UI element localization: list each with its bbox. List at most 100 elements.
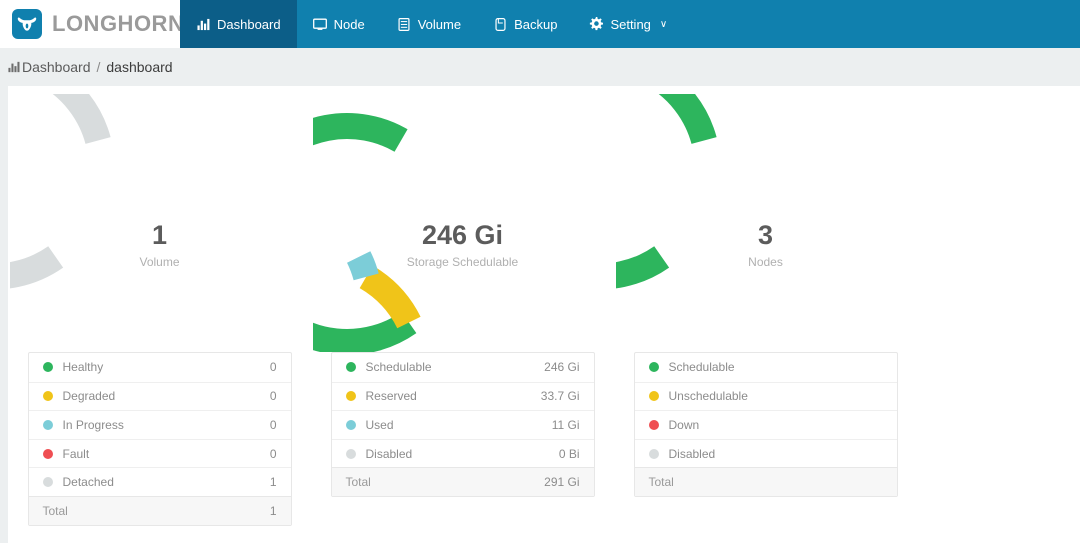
drive-icon bbox=[493, 17, 507, 31]
nav-item-label: Backup bbox=[514, 16, 558, 32]
legend-total-row: Total bbox=[634, 467, 897, 496]
status-dot-icon bbox=[42, 419, 53, 430]
nav-item-volume[interactable]: Volume bbox=[381, 0, 477, 48]
status-dot-icon bbox=[42, 391, 53, 402]
nav-item-backup[interactable]: Backup bbox=[477, 0, 573, 48]
legend-total-label: Total bbox=[42, 503, 68, 518]
legend-row[interactable]: Detached 1 bbox=[28, 467, 291, 496]
legend-row[interactable]: Unschedulable bbox=[634, 381, 897, 411]
legend-value: 11 Gi bbox=[551, 417, 580, 432]
legend-label: Unschedulable bbox=[668, 389, 748, 404]
gauge-label: Nodes bbox=[748, 254, 783, 269]
legend-value: 246 Gi bbox=[544, 360, 580, 375]
legend-value: 0 bbox=[269, 446, 277, 461]
nav-item-label: Node bbox=[333, 16, 365, 32]
legend-label: Used bbox=[365, 417, 394, 432]
server-icon bbox=[397, 17, 411, 31]
gauge-value: 1 bbox=[151, 220, 168, 251]
status-dot-icon bbox=[345, 391, 356, 402]
legend-total-label: Total bbox=[648, 475, 674, 490]
nav-item-label: Volume bbox=[417, 16, 462, 32]
legend-row[interactable]: Fault 0 bbox=[28, 438, 291, 468]
status-dot-icon bbox=[345, 419, 356, 430]
gauge: 246 Gi Storage Schedulable bbox=[312, 94, 613, 352]
legend-value: 0 bbox=[269, 360, 277, 375]
dashboard-card: 246 Gi Storage Schedulable Schedulable 246 … bbox=[311, 94, 614, 526]
dashboard-card: 1 Volume Healthy 0 Degraded 0 In Progress 0 Faul… bbox=[8, 94, 311, 526]
legend-value: 1 bbox=[269, 475, 277, 490]
dashboard-card: 3 Nodes Schedulable Unschedulable Down Disabl… bbox=[614, 94, 917, 526]
longhorn-bull-icon bbox=[12, 9, 42, 39]
legend-row[interactable]: Healthy 0 bbox=[29, 353, 291, 382]
brand-name: LONGHORN bbox=[52, 11, 185, 36]
legend-row[interactable]: Schedulable 246 Gi bbox=[332, 353, 594, 382]
legend-label: Schedulable bbox=[668, 360, 735, 375]
legend-label: Schedulable bbox=[365, 360, 432, 375]
legend-row[interactable]: Reserved 33.7 Gi bbox=[331, 381, 594, 411]
gauge-segment-detached bbox=[9, 94, 111, 289]
gauge-label: Storage Schedulable bbox=[406, 254, 519, 269]
legend-total-value: 1 bbox=[269, 503, 277, 518]
bar-chart-icon bbox=[196, 17, 210, 31]
legend-row[interactable]: Degraded 0 bbox=[28, 381, 291, 411]
dashboard-cards: 1 Volume Healthy 0 Degraded 0 In Progress 0 Faul… bbox=[8, 86, 1080, 526]
breadcrumb-current: dashboard bbox=[106, 59, 173, 75]
legend-label: Fault bbox=[62, 446, 90, 461]
gauge-label: Volume bbox=[139, 254, 180, 269]
gauge-value: 3 bbox=[757, 220, 774, 251]
legend-table: Schedulable Unschedulable Down Disabled Tota… bbox=[633, 352, 898, 497]
legend-value: 0 Bi bbox=[558, 446, 580, 461]
legend-label: In Progress bbox=[62, 417, 124, 432]
legend-total-label: Total bbox=[345, 475, 371, 490]
legend-value: 0 bbox=[269, 417, 277, 432]
legend-total-value: 291 Gi bbox=[544, 475, 580, 490]
breadcrumb-separator: / bbox=[96, 59, 101, 75]
status-dot-icon bbox=[648, 362, 659, 373]
legend-row[interactable]: Down bbox=[634, 410, 897, 439]
legend-row[interactable]: Disabled bbox=[634, 438, 897, 468]
brand[interactable]: LONGHORN bbox=[0, 0, 184, 48]
status-dot-icon bbox=[648, 419, 659, 430]
nav-item-setting[interactable]: Setting ∨ bbox=[573, 0, 683, 48]
gauge-center-text: 3 Nodes bbox=[748, 220, 783, 269]
nav-items: Dashboard Node Volume Backup Setting ∨ bbox=[180, 0, 683, 48]
gauge: 1 Volume bbox=[9, 94, 310, 352]
dashboard-content: 1 Volume Healthy 0 Degraded 0 In Progress 0 Faul… bbox=[8, 86, 1080, 543]
legend-label: Down bbox=[668, 417, 700, 432]
legend-table: Schedulable 246 Gi Reserved 33.7 Gi Used 11 G… bbox=[330, 352, 595, 497]
legend-row[interactable]: Schedulable bbox=[635, 353, 897, 382]
nav-item-dashboard[interactable]: Dashboard bbox=[180, 0, 297, 48]
legend-value: 33.7 Gi bbox=[540, 389, 580, 404]
legend-total-row: Total 1 bbox=[28, 495, 291, 525]
gauge-segment-reserved bbox=[358, 265, 421, 329]
nav-item-label: Dashboard bbox=[217, 16, 281, 32]
monitor-icon bbox=[312, 17, 327, 31]
breadcrumb-root[interactable]: Dashboard bbox=[22, 59, 91, 75]
gauge-center-text: 1 Volume bbox=[139, 220, 180, 269]
legend-row[interactable]: Used 11 Gi bbox=[331, 410, 594, 439]
breadcrumb: Dashboard / dashboard bbox=[0, 48, 1080, 86]
legend-row[interactable]: In Progress 0 bbox=[28, 410, 291, 439]
top-navbar: LONGHORN Dashboard Node Volume Backup Se… bbox=[0, 0, 1080, 48]
status-dot-icon bbox=[345, 362, 356, 373]
gauge-value: 246 Gi bbox=[421, 220, 504, 251]
status-dot-icon bbox=[42, 448, 53, 459]
legend-label: Disabled bbox=[668, 446, 716, 461]
legend-row[interactable]: Disabled 0 Bi bbox=[331, 438, 594, 468]
gauge-segment-schedulable bbox=[615, 94, 717, 289]
gauge-center-text: 246 Gi Storage Schedulable bbox=[406, 220, 519, 269]
legend-value: 0 bbox=[269, 389, 277, 404]
legend-label: Disabled bbox=[365, 446, 413, 461]
legend-label: Degraded bbox=[62, 389, 116, 404]
chevron-down-icon: ∨ bbox=[659, 18, 668, 30]
legend-label: Detached bbox=[62, 475, 114, 490]
status-dot-icon bbox=[648, 448, 659, 459]
legend-label: Healthy bbox=[62, 360, 104, 375]
status-dot-icon bbox=[42, 477, 53, 488]
gauge: 3 Nodes bbox=[615, 94, 916, 352]
nav-item-node[interactable]: Node bbox=[297, 0, 381, 48]
nav-item-label: Setting bbox=[610, 16, 651, 32]
bar-chart-icon bbox=[8, 61, 20, 73]
legend-total-row: Total 291 Gi bbox=[331, 467, 594, 496]
gauge-segment-used bbox=[346, 251, 379, 281]
